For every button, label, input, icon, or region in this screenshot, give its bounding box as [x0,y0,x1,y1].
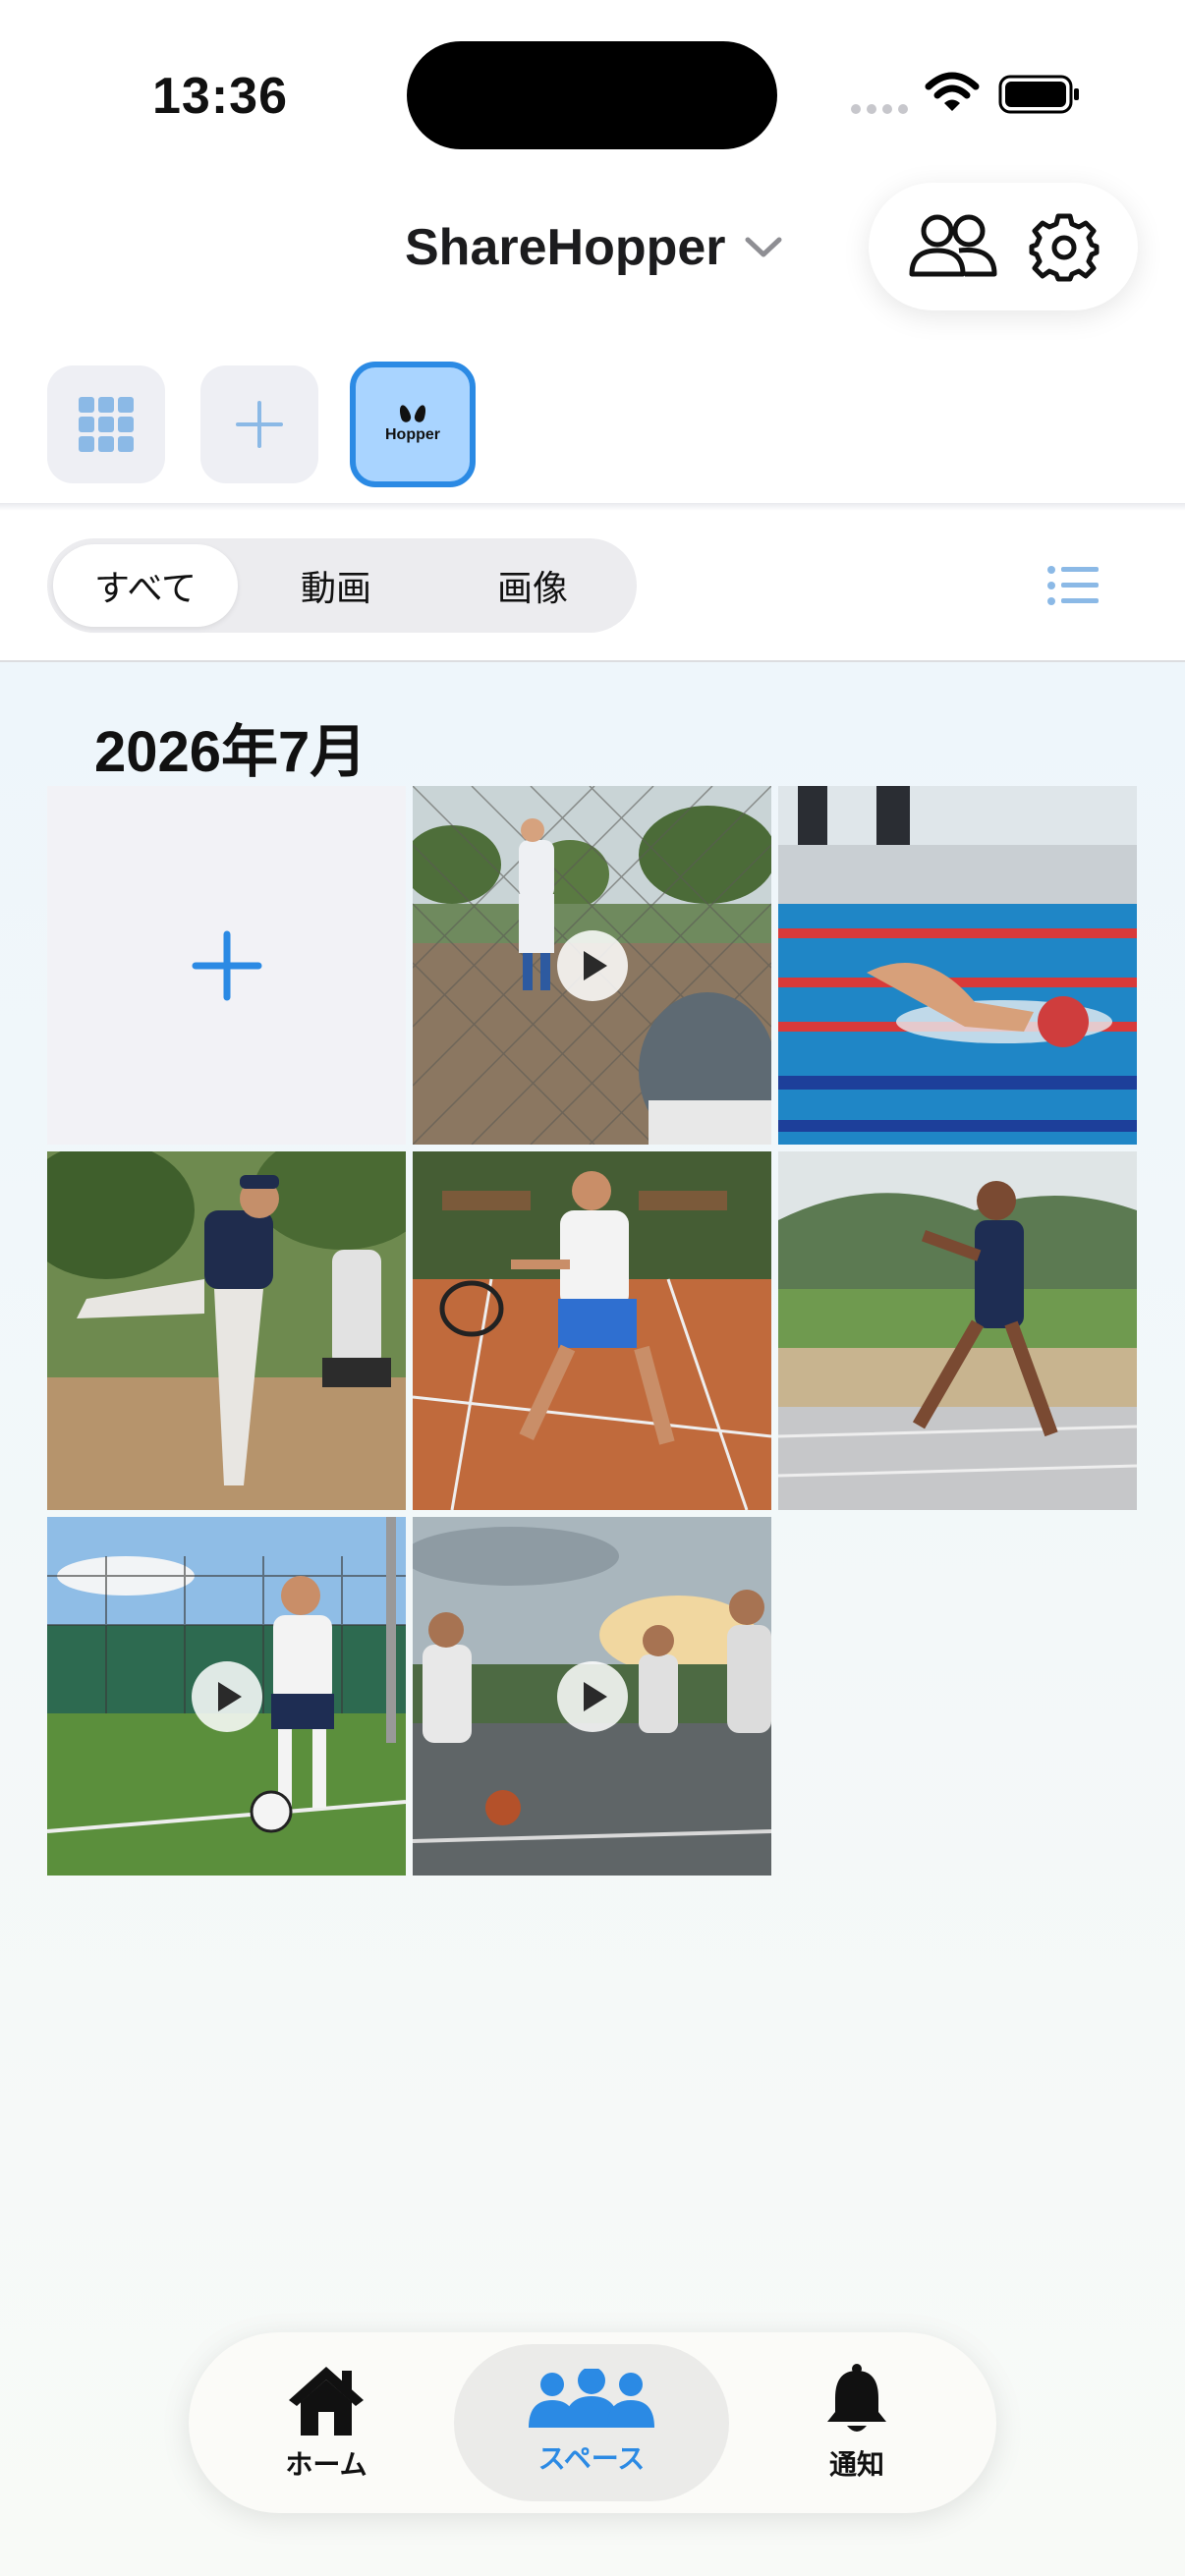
tab-notifications-label: 通知 [828,2449,884,2480]
tab-bar: ホーム スペース 通知 [189,2332,996,2513]
pitcher-photo [47,1151,406,1510]
media-tile-swimmer[interactable] [778,786,1137,1145]
play-icon [191,1660,262,1732]
filter-image[interactable]: 画像 [434,544,631,627]
tab-home-label: ホーム [285,2449,367,2480]
gear-icon[interactable] [1029,211,1100,282]
members-icon[interactable] [908,211,998,282]
chevron-down-icon [745,237,782,257]
media-tile-baseball-fence[interactable] [413,786,771,1145]
group-icon [529,2369,654,2428]
dynamic-island [407,41,777,149]
hopper-logo-text: Hopper [385,426,440,443]
tab-notifications[interactable]: 通知 [778,2332,935,2513]
month-heading: 2026年7月 [94,720,367,784]
add-space-button[interactable] [200,365,318,483]
media-filter: すべて 動画 画像 [47,538,637,633]
app-title: ShareHopper [405,219,726,276]
media-tile-runner[interactable] [778,1151,1137,1510]
media-tile-soccer[interactable] [47,1517,406,1876]
wifi-icon [925,72,980,111]
grid-icon [79,397,134,452]
space-switcher[interactable]: ShareHopper [405,218,783,277]
list-view-icon[interactable] [1045,564,1100,607]
rabbit-ears-icon [397,403,428,424]
filter-all[interactable]: すべて [53,544,238,627]
home-icon [289,2367,364,2436]
plus-icon [236,401,283,448]
media-tile-tennis[interactable] [413,1151,771,1510]
all-spaces-button[interactable] [47,365,165,483]
tab-space-label: スペース [537,2443,646,2474]
add-media-tile[interactable] [47,786,406,1145]
runner-photo [778,1151,1137,1510]
media-tile-pitcher-tokyo[interactable] [47,1151,406,1510]
tennis-photo [413,1151,771,1510]
header-actions [869,183,1138,310]
media-tile-basketball[interactable] [413,1517,771,1876]
play-icon [556,1660,628,1732]
status-time: 13:36 [152,68,288,125]
header-shadow [0,503,1185,511]
play-icon [556,929,628,1001]
space-chip-hopper[interactable]: Hopper [350,362,476,487]
battery-icon [998,75,1079,114]
plus-icon [192,930,261,1000]
tab-space[interactable]: スペース [454,2344,729,2501]
swimmer-photo [778,786,1137,1145]
cellular-signal-icon [851,104,908,114]
tab-home[interactable]: ホーム [248,2332,405,2513]
bell-icon [827,2364,886,2432]
filter-video[interactable]: 動画 [238,544,434,627]
